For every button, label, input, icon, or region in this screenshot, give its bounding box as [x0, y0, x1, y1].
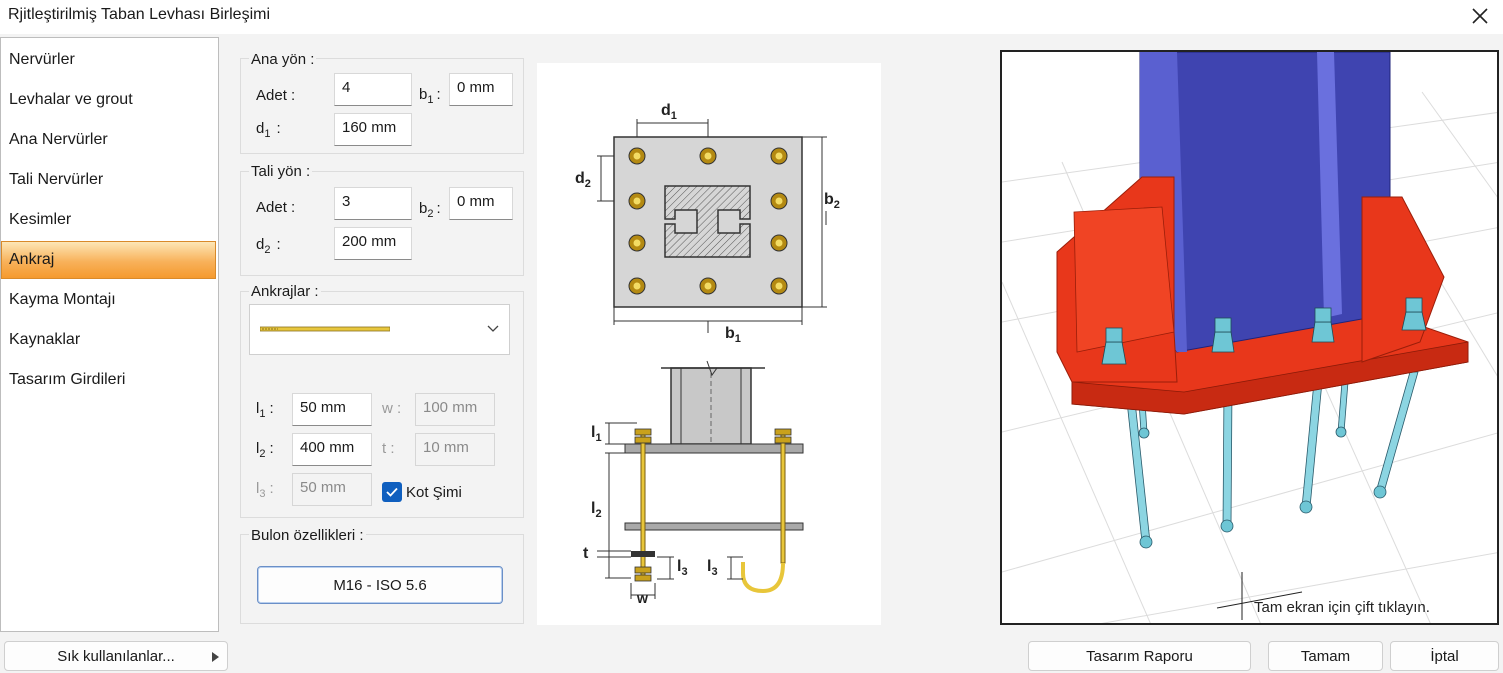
sidebar-item-label: Ana Nervürler — [9, 131, 108, 148]
anchor-rod-icon — [260, 326, 390, 332]
l3-input: 50 mm — [292, 473, 372, 506]
ana-b-input[interactable]: 0 mm — [449, 73, 513, 106]
dim-l1-label: l1 — [591, 424, 602, 444]
fullscreen-hint: Tam ekran için çift tıklayın. — [1254, 599, 1430, 616]
l3-label: l3: — [256, 480, 274, 500]
sidebar-item-label: Nervürler — [9, 51, 75, 68]
sidebar-item-label: Kaynaklar — [9, 331, 81, 348]
sidebar-item-kayma-montaji[interactable]: Kayma Montajı — [2, 282, 217, 318]
anchor-type-dropdown[interactable] — [249, 304, 510, 355]
base-plate-section — [624, 443, 804, 454]
ana-yon-title: Ana yön : — [249, 51, 317, 68]
dim-l2-label: l2 — [591, 500, 602, 520]
checkmark-icon — [386, 487, 398, 497]
tali-adet-label: Adet : — [256, 199, 296, 216]
bolt-properties-button[interactable]: M16 - ISO 5.6 — [257, 566, 503, 604]
close-icon — [1472, 8, 1488, 24]
ana-d-label: d1: — [256, 120, 281, 140]
cancel-button[interactable]: İptal — [1390, 641, 1499, 671]
sidebar-item-label: Ankraj — [9, 251, 55, 268]
tali-b-input[interactable]: 0 mm — [449, 187, 513, 220]
tali-b-label: b2: — [419, 200, 441, 220]
sidebar-item-label: Kayma Montajı — [9, 291, 116, 308]
ok-button[interactable]: Tamam — [1268, 641, 1383, 671]
l2-input[interactable]: 400 mm — [292, 433, 372, 466]
dim-l3-label: l3 — [677, 558, 688, 578]
bulon-title: Bulon özellikleri : — [249, 527, 366, 544]
t-input: 10 mm — [415, 433, 495, 466]
sidebar-item-label: Levhalar ve grout — [9, 91, 133, 108]
l2-label: l2: — [256, 440, 274, 460]
kot-shim-label: Kot Şimi — [406, 484, 462, 501]
ana-b-label: b1: — [419, 86, 441, 106]
dim-b1-label: b1 — [725, 325, 741, 345]
window-title: Rjitleştirilmiş Taban Levhası Birleşimi — [8, 6, 271, 23]
favorites-button[interactable]: Sık kullanılanlar... — [4, 641, 228, 671]
sidebar-item-ana-nervurler[interactable]: Ana Nervürler — [2, 122, 217, 158]
dim-t-label: t — [583, 545, 589, 562]
dim-l3-hook-label: l3 — [707, 558, 718, 578]
anchor-drawing: d1 d2 b2 b1 l1 l2 t l3 l3 w — [537, 63, 881, 625]
sidebar-item-label: Tali Nervürler — [9, 171, 104, 188]
anchor-rods-section — [640, 432, 786, 576]
sidebar-item-levhalar[interactable]: Levhalar ve grout — [2, 82, 217, 118]
ankrajlar-title: Ankrajlar : — [249, 283, 321, 300]
sidebar: Nervürler Levhalar ve grout Ana Nervürle… — [0, 37, 219, 632]
ana-adet-label: Adet : — [256, 87, 296, 104]
w-input: 100 mm — [415, 393, 495, 426]
dim-d1-label: d1 — [661, 102, 677, 122]
tali-d-input[interactable]: 200 mm — [334, 227, 412, 260]
sidebar-item-ankraj[interactable]: Ankraj — [1, 241, 216, 279]
dialog-window: Rjitleştirilmiş Taban Levhası Birleşimi … — [0, 0, 1503, 673]
chevron-down-icon — [487, 325, 499, 332]
ana-adet-input[interactable]: 4 — [334, 73, 412, 106]
tali-yon-title: Tali yön : — [249, 163, 313, 180]
favorites-label: Sık kullanılanlar... — [57, 648, 175, 665]
chevron-right-icon — [212, 652, 219, 662]
3d-view[interactable]: Tam ekran için çift tıklayın. — [1000, 50, 1499, 625]
title-bar: Rjitleştirilmiş Taban Levhası Birleşimi — [0, 0, 1503, 34]
sidebar-item-tasarim-girdileri[interactable]: Tasarım Girdileri — [2, 362, 217, 398]
tali-adet-input[interactable]: 3 — [334, 187, 412, 220]
sidebar-item-kesimler[interactable]: Kesimler — [2, 202, 217, 238]
shim-plate — [631, 551, 655, 557]
sidebar-item-kaynaklar[interactable]: Kaynaklar — [2, 322, 217, 358]
kot-shim-checkbox[interactable] — [382, 482, 402, 502]
sidebar-item-nervurler[interactable]: Nervürler — [2, 42, 217, 78]
design-report-button[interactable]: Tasarım Raporu — [1028, 641, 1251, 671]
sidebar-item-label: Kesimler — [9, 211, 72, 228]
close-button[interactable] — [1465, 2, 1495, 30]
dim-d2-label: d2 — [575, 170, 591, 190]
anchor-plate-section — [624, 522, 804, 531]
dim-w-label: w — [636, 590, 648, 606]
dim-b2-label: b2 — [824, 191, 840, 211]
tali-d-label: d2: — [256, 236, 281, 256]
l1-input[interactable]: 50 mm — [292, 393, 372, 426]
sidebar-item-tali-nervurler[interactable]: Tali Nervürler — [2, 162, 217, 198]
sidebar-item-label: Tasarım Girdileri — [9, 371, 126, 388]
ana-d-input[interactable]: 160 mm — [334, 113, 412, 146]
t-label: t : — [382, 440, 395, 457]
l1-label: l1: — [256, 400, 274, 420]
w-label: w : — [382, 400, 402, 417]
footer: Sık kullanılanlar... Tasarım Raporu Tama… — [0, 632, 1503, 673]
